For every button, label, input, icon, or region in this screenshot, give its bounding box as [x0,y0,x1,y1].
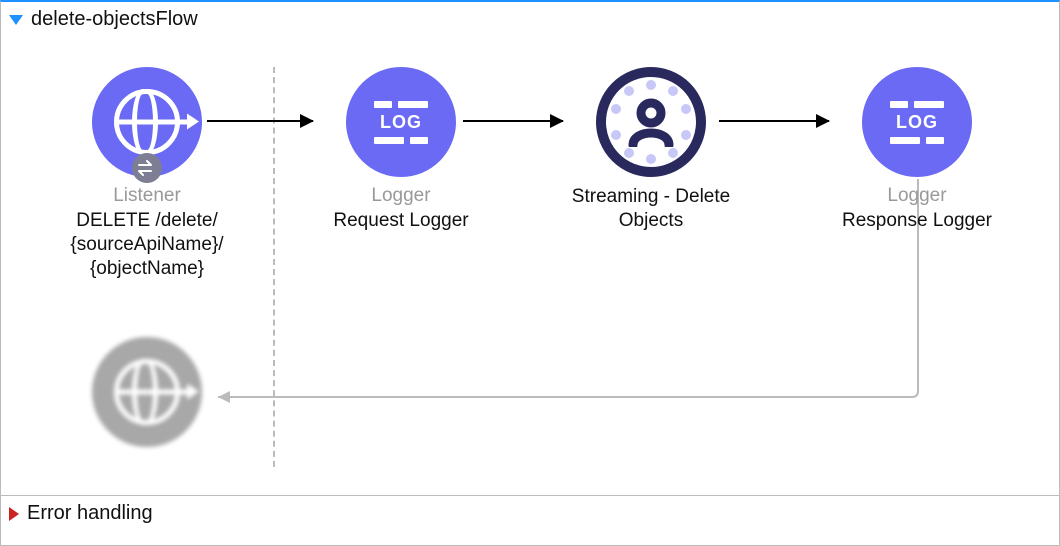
collapse-down-icon[interactable] [9,15,23,25]
node-type: Listener [113,185,181,207]
logger-icon: LOG [346,67,456,177]
node-type: Logger [887,185,946,207]
logger-icon: LOG [862,67,972,177]
flow-canvas[interactable]: Listener DELETE /delete/ {sourceApiName}… [1,37,1059,495]
flow-header[interactable]: delete-objectsFlow [1,2,1059,37]
listener-node[interactable]: Listener DELETE /delete/ {sourceApiName}… [37,67,257,280]
flow-panel: delete-objectsFlow Listener DELET [0,0,1060,546]
source-divider [273,67,275,467]
streaming-delete-node[interactable]: Streaming - Delete Objects [541,67,761,233]
streaming-icon [596,67,706,177]
node-name: Request Logger [333,209,468,233]
error-handling-header[interactable]: Error handling [1,495,1059,531]
node-name: DELETE /delete/ {sourceApiName}/ {object… [70,209,223,280]
http-return-icon [92,337,202,447]
collapse-right-icon[interactable] [9,507,19,521]
error-title: Error handling [27,502,153,525]
exchange-badge-icon [132,153,162,183]
response-logger-node[interactable]: LOG Logger Response Logger [807,67,1027,233]
request-logger-node[interactable]: LOG Logger Request Logger [291,67,511,233]
node-type: Logger [371,185,430,207]
flow-title: delete-objectsFlow [31,8,198,31]
node-name: Streaming - Delete Objects [572,185,730,233]
node-name: Response Logger [842,209,992,233]
http-listener-icon [92,67,202,177]
return-placeholder-node [37,337,257,447]
